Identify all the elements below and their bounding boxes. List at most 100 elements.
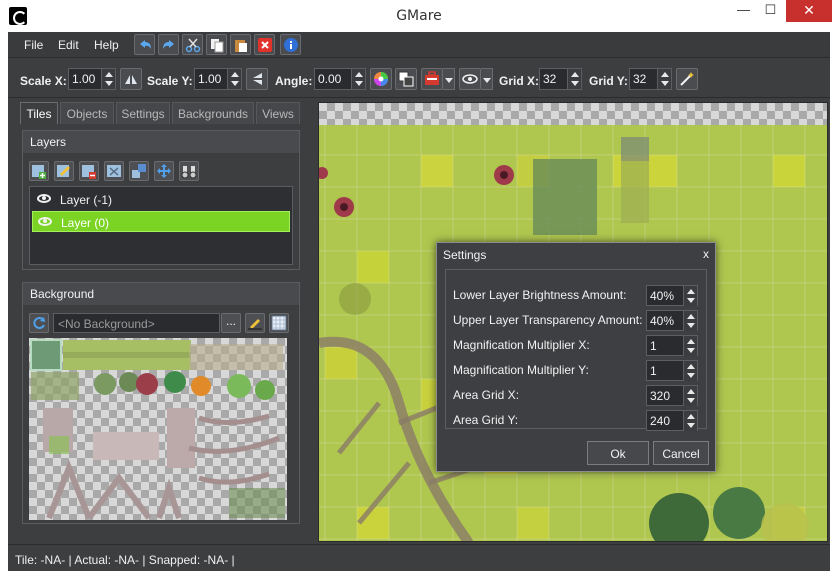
binoculars-icon — [181, 166, 197, 179]
redo-button[interactable] — [158, 34, 179, 55]
grid-icon — [271, 315, 287, 331]
layer-row-selected[interactable]: Layer (0) — [32, 211, 290, 232]
scale-y-label: Scale Y: — [147, 74, 193, 88]
area-grid-y-input[interactable] — [650, 413, 682, 429]
flip-vertical-icon — [253, 73, 262, 85]
delete-icon — [258, 38, 272, 52]
eye-icon[interactable] — [38, 217, 52, 226]
brightness-spinner[interactable] — [646, 285, 698, 306]
paste-icon — [235, 40, 247, 52]
flip-x-button[interactable] — [120, 68, 142, 90]
transparency-spinner[interactable] — [646, 310, 698, 331]
add-layer-button[interactable] — [29, 161, 49, 181]
visibility-button[interactable] — [459, 68, 481, 90]
move-arrows-icon — [157, 164, 171, 178]
tileset-image — [30, 339, 285, 520]
dialog-close-button[interactable]: x — [703, 247, 709, 261]
refresh-background-button[interactable] — [29, 313, 49, 333]
brightness-arrows[interactable] — [683, 286, 697, 306]
color-picker-button[interactable] — [370, 68, 392, 90]
grid-x-input[interactable] — [543, 71, 567, 87]
tab-backgrounds[interactable]: Backgrounds — [172, 102, 254, 124]
ok-button[interactable]: Ok — [587, 441, 649, 465]
visibility-dropdown-arrow[interactable] — [481, 68, 493, 90]
area-grid-x-spinner[interactable] — [646, 385, 698, 406]
tileset-preview[interactable] — [29, 338, 287, 520]
menu-edit[interactable]: Edit — [58, 38, 79, 52]
tab-settings[interactable]: Settings — [116, 102, 170, 124]
scale-x-arrows[interactable] — [101, 69, 115, 89]
maximize-button[interactable]: ☐ — [757, 0, 784, 22]
delete-layer-button[interactable] — [79, 161, 99, 181]
magnification-x-arrows[interactable] — [683, 336, 697, 356]
delete-button[interactable] — [254, 34, 275, 55]
shift-layer-button[interactable] — [154, 161, 174, 181]
flip-y-button[interactable] — [246, 68, 268, 90]
merge-layer-button[interactable] — [129, 161, 149, 181]
layers-panel: Layers Layer (-1) Layer (0) — [22, 130, 300, 270]
grid-toggle-button[interactable] — [269, 313, 289, 333]
copy-button[interactable] — [206, 34, 227, 55]
settings-group: Lower Layer Brightness Amount: Upper Lay… — [445, 269, 707, 431]
edit-background-button[interactable] — [245, 313, 265, 333]
browse-background-button[interactable]: ... — [221, 313, 241, 333]
angle-label: Angle: — [275, 74, 313, 88]
scale-x-spinner[interactable] — [68, 68, 116, 90]
menu-help[interactable]: Help — [94, 38, 119, 52]
tab-tiles[interactable]: Tiles — [20, 102, 58, 124]
undo-button[interactable] — [134, 34, 155, 55]
about-button[interactable] — [280, 34, 301, 55]
magic-wand-button[interactable] — [676, 68, 698, 90]
toolbar-separator — [8, 97, 830, 98]
cancel-button[interactable]: Cancel — [653, 441, 709, 465]
area-grid-x-arrows[interactable] — [683, 386, 697, 406]
scissors-icon — [185, 38, 201, 53]
grid-y-input[interactable] — [633, 71, 657, 87]
edit-layer-button[interactable] — [54, 161, 74, 181]
magnification-y-input[interactable] — [650, 363, 682, 379]
area-grid-x-label: Area Grid X: — [453, 388, 520, 402]
magnification-y-arrows[interactable] — [683, 361, 697, 381]
find-tile-button[interactable] — [179, 161, 199, 181]
edit-layer-icon — [57, 165, 70, 177]
layer-row[interactable]: Layer (-1) — [32, 189, 290, 210]
scale-y-spinner[interactable] — [194, 68, 242, 90]
angle-arrows[interactable] — [351, 69, 365, 89]
area-grid-y-arrows[interactable] — [683, 411, 697, 431]
eye-icon — [462, 74, 478, 84]
angle-spinner[interactable] — [314, 68, 366, 90]
merge-layer-icon — [132, 164, 146, 178]
tile-display-button[interactable] — [395, 68, 417, 90]
area-grid-x-input[interactable] — [650, 388, 682, 404]
magnification-y-spinner[interactable] — [646, 360, 698, 381]
clear-layer-button[interactable] — [104, 161, 124, 181]
magnification-x-input[interactable] — [650, 338, 682, 354]
layers-header: Layers — [23, 131, 299, 153]
close-window-button[interactable]: ✕ — [786, 0, 832, 22]
info-icon — [284, 38, 298, 52]
grid-y-spinner[interactable] — [629, 68, 672, 90]
transparency-input[interactable] — [650, 313, 682, 329]
tab-views[interactable]: Views — [256, 102, 300, 124]
grid-y-arrows[interactable] — [657, 69, 671, 89]
magnification-x-spinner[interactable] — [646, 335, 698, 356]
area-grid-y-spinner[interactable] — [646, 410, 698, 431]
tiles-icon — [398, 71, 414, 87]
tool-select-button[interactable] — [421, 68, 443, 90]
scale-y-arrows[interactable] — [227, 69, 241, 89]
menu-file[interactable]: File — [24, 38, 43, 52]
eye-icon[interactable] — [37, 194, 51, 203]
grid-x-spinner[interactable] — [539, 68, 582, 90]
cut-button[interactable] — [182, 34, 203, 55]
tab-objects[interactable]: Objects — [60, 102, 114, 124]
tool-dropdown-arrow[interactable] — [443, 68, 455, 90]
minimize-button[interactable]: — — [730, 0, 757, 22]
settings-dialog: Settings x Lower Layer Brightness Amount… — [436, 242, 716, 472]
paste-button[interactable] — [230, 34, 251, 55]
delete-layer-icon — [82, 165, 96, 179]
background-select[interactable]: <No Background> — [53, 313, 220, 333]
transparency-arrows[interactable] — [683, 311, 697, 331]
status-text: Tile: -NA- | Actual: -NA- | Snapped: -NA… — [15, 553, 235, 567]
grid-x-arrows[interactable] — [567, 69, 581, 89]
brightness-input[interactable] — [650, 288, 682, 304]
